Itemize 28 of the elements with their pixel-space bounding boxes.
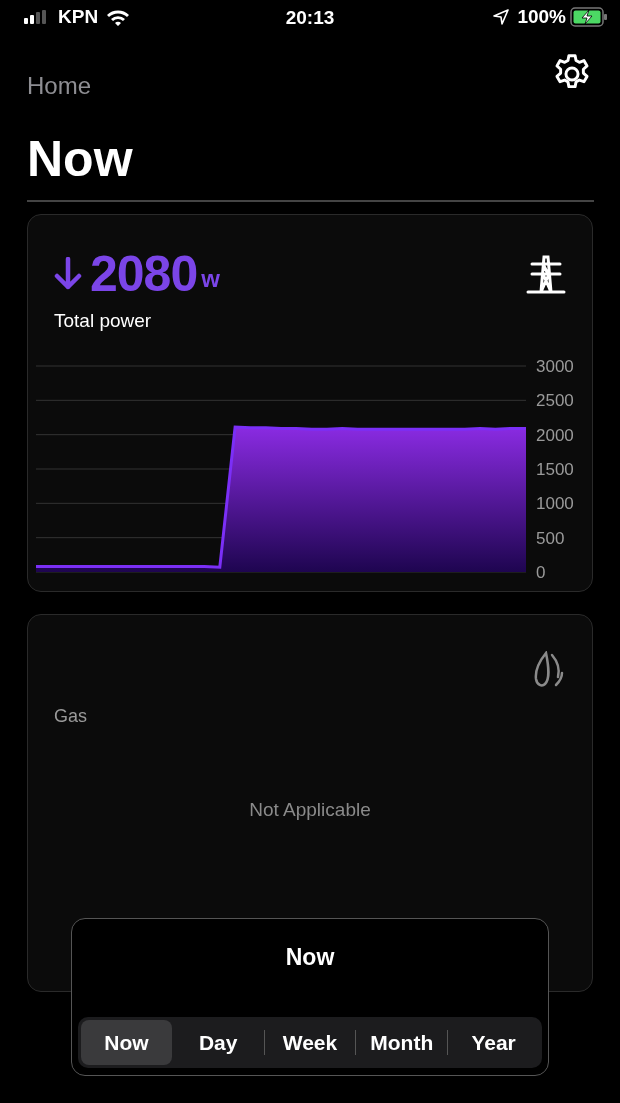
segment-option[interactable]: Year (448, 1020, 539, 1065)
power-label: Total power (54, 309, 153, 333)
wifi-icon (106, 8, 131, 26)
battery-percent: 100% (517, 4, 566, 29)
power-value: 2080 (90, 249, 198, 299)
picker-title: Now (284, 943, 336, 972)
page-title: Now (27, 134, 134, 184)
segment-option[interactable]: Week (264, 1020, 356, 1065)
battery-charging-icon (570, 7, 608, 27)
segment-option[interactable]: Month (356, 1020, 448, 1065)
empty-state-text: Not Applicable (248, 798, 372, 822)
y-tick-label: 2000 (536, 425, 574, 445)
segment-option[interactable]: Day (172, 1020, 264, 1065)
gas-label: Gas (53, 705, 88, 728)
y-tick-label: 500 (536, 528, 565, 548)
y-tick-label: 2500 (536, 390, 574, 410)
power-unit: w (201, 264, 220, 294)
power-pylon-icon (526, 255, 566, 295)
y-tick-label: 1500 (536, 459, 574, 479)
back-link[interactable]: Home (27, 68, 92, 104)
y-tick-label: 3000 (536, 359, 574, 376)
flame-icon (532, 651, 566, 689)
location-icon (493, 9, 510, 25)
clock-time: 20:13 (285, 7, 335, 28)
y-tick-label: 1000 (536, 493, 574, 513)
segment-option[interactable]: Now (81, 1020, 172, 1065)
carrier-name: KPN (58, 4, 99, 29)
y-tick-label: 0 (536, 562, 546, 582)
